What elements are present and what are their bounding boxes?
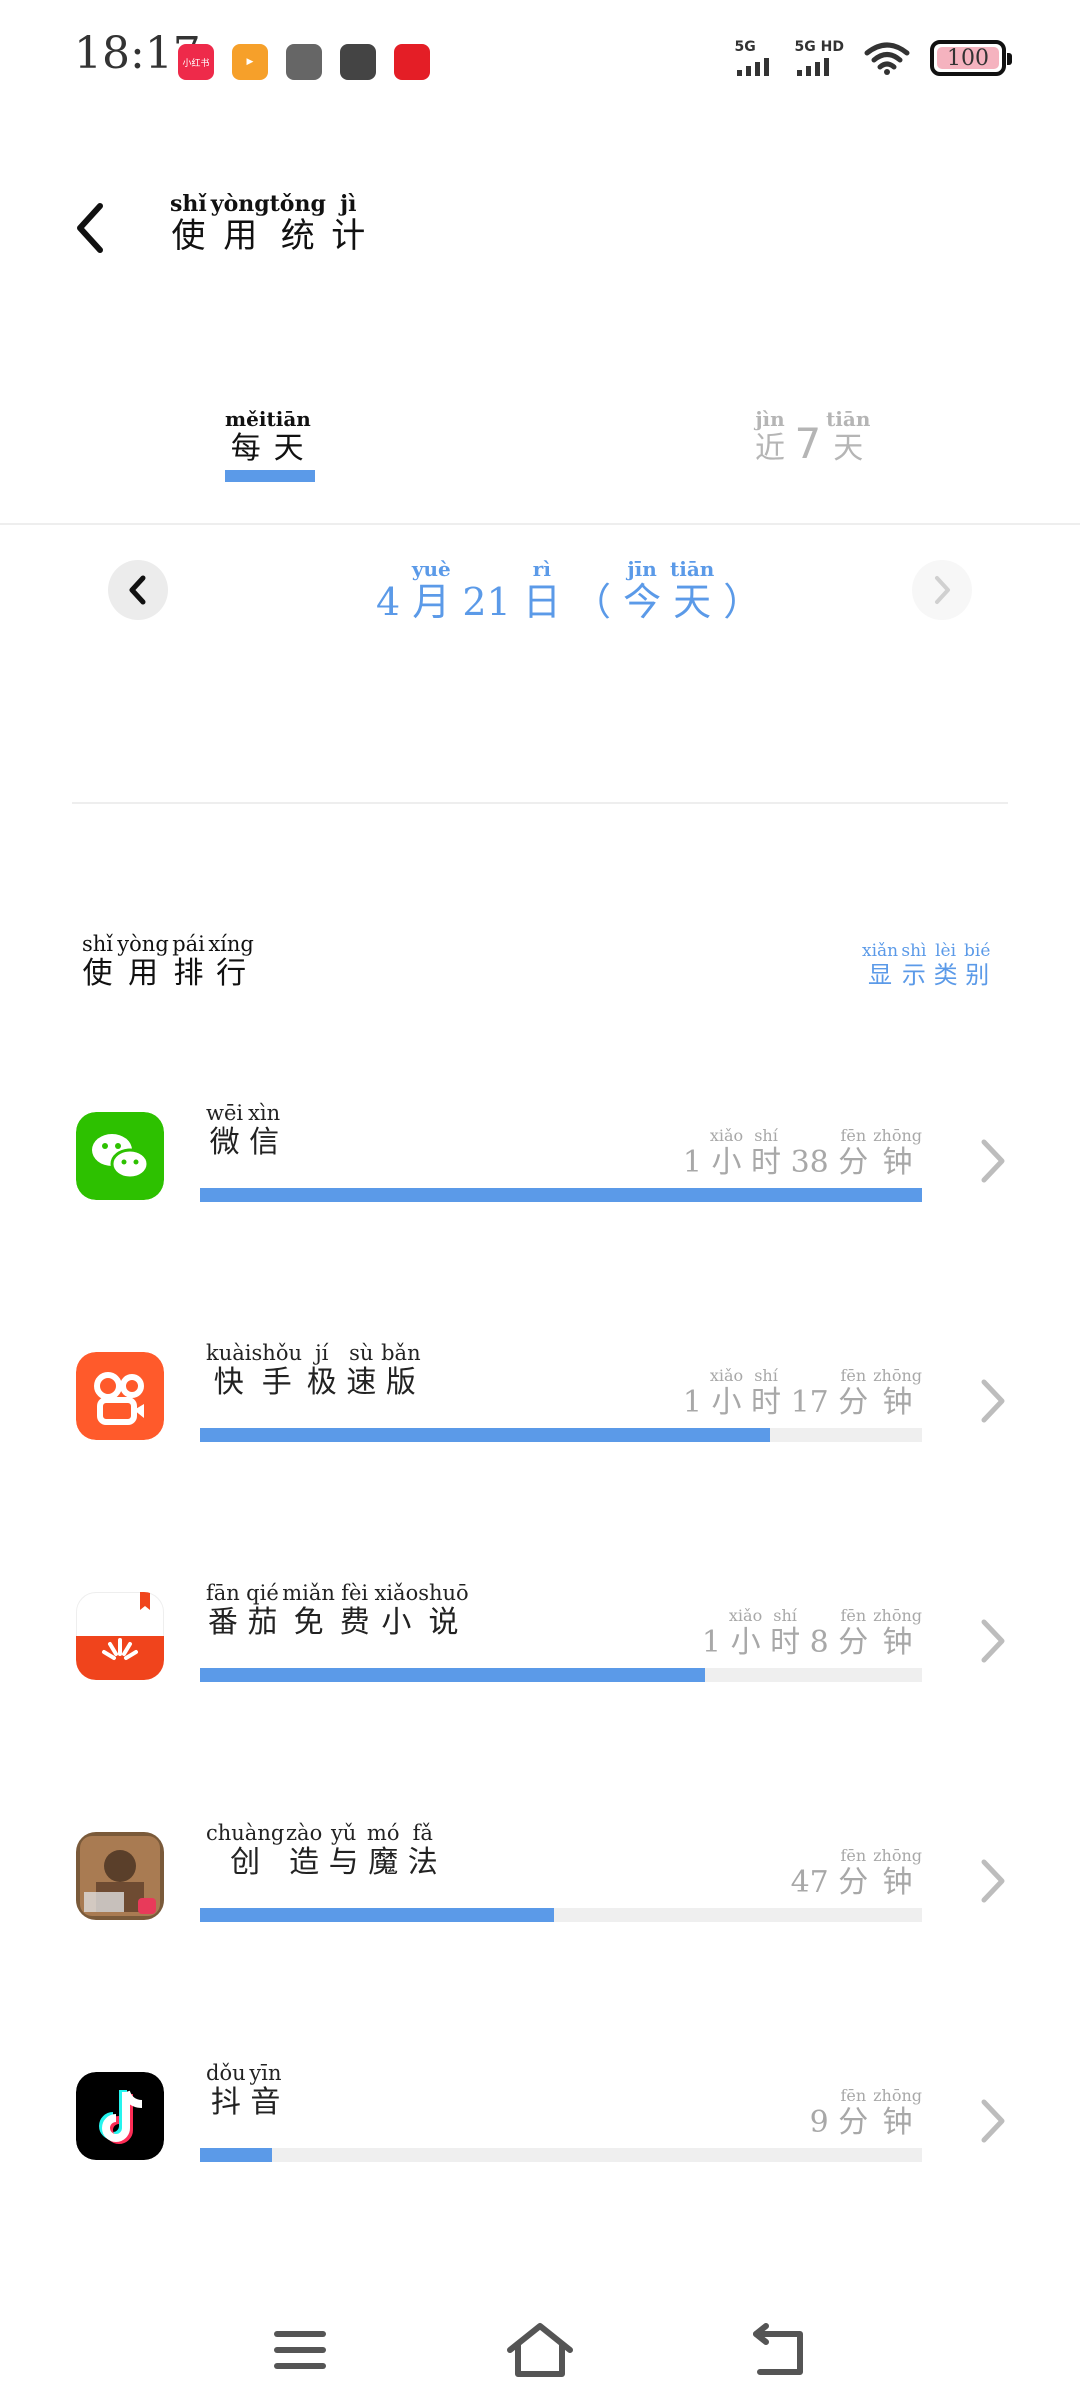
- section-divider: [72, 802, 1008, 804]
- fanqie-app-icon: [76, 1592, 164, 1680]
- battery-icon: 100: [930, 40, 1012, 76]
- tab-bar: 每měi 天tiān 近jìn 7 天tiān: [0, 400, 1080, 525]
- app-usage-time: 1 小xiǎo 时shí 17 分fēn 钟zhōng: [682, 1366, 922, 1421]
- wechat-app-icon: [76, 1112, 164, 1200]
- kuaishou-app-icon: [76, 1352, 164, 1440]
- app-row-douyin[interactable]: 抖dǒu 音yīn 9 分fēn 钟zhōng: [0, 2060, 1080, 2190]
- chevron-right-icon: [935, 576, 950, 604]
- chevron-right-icon: [978, 1136, 1008, 1186]
- tab-last-7-days[interactable]: 近jìn 7 天tiān: [755, 409, 870, 468]
- usage-bar-fill: [200, 1908, 554, 1922]
- douyin-app-icon: [76, 2072, 164, 2160]
- video-app-icon: ▶: [232, 44, 268, 80]
- signal-5g-label: 5G: [734, 39, 756, 55]
- navigation-bar: [0, 2290, 1080, 2408]
- home-icon: [507, 2323, 573, 2377]
- signal-5g: 5G: [735, 40, 775, 76]
- chevron-right-icon: [978, 1616, 1008, 1666]
- signal-bars-icon: [796, 58, 829, 76]
- notification-icons: 小红书 ▶: [178, 44, 430, 80]
- chevron-right-icon: [978, 1376, 1008, 1426]
- tab-daily[interactable]: 每měi 天tiān: [225, 409, 311, 467]
- app-usage-time: 47 分fēn 钟zhōng: [790, 1846, 922, 1901]
- app-name: 快kuài 手shǒu 极jí 速sù 版bǎn: [206, 1341, 421, 1401]
- app-usage-time: 1 小xiǎo 时shí 8 分fēn 钟zhōng: [701, 1606, 922, 1661]
- chuangzao-app-icon: [76, 1832, 164, 1920]
- usage-bar-fill: [200, 1188, 922, 1202]
- app-name: 微wēi 信xìn: [206, 1101, 281, 1161]
- back-nav-button[interactable]: [740, 2310, 820, 2390]
- usage-bar-track: [200, 1908, 922, 1922]
- show-category-button[interactable]: 显xiǎn 示shì 类lèi 别bié: [862, 943, 990, 990]
- current-date-label: 4 月yuè 21 日rì （ 今jīn 天tiān ）: [376, 557, 762, 624]
- next-day-button[interactable]: [912, 560, 972, 620]
- app-row-fanqie[interactable]: 番fān 茄qié 免miǎn 费fèi 小xiǎo 说shuō 1 小xiǎo…: [0, 1580, 1080, 1710]
- usage-bar-fill: [200, 1428, 771, 1442]
- app-name: 番fān 茄qié 免miǎn 费fèi 小xiǎo 说shuō: [206, 1581, 469, 1641]
- gift-icon: [394, 44, 430, 80]
- app-usage-time: 9 分fēn 钟zhōng: [809, 2086, 922, 2141]
- previous-day-button[interactable]: [108, 560, 168, 620]
- tab-active-indicator: [225, 470, 315, 482]
- back-arrow-icon: [77, 203, 103, 253]
- status-bar: 18:17 小红书 ▶ 5G 5G HD 100: [0, 0, 1080, 120]
- xiaohongshu-icon: 小红书: [178, 44, 214, 80]
- usage-ranking-title: 使shǐ 用yòng 排pái 行xíng: [82, 932, 254, 992]
- menu-button[interactable]: [260, 2310, 340, 2390]
- wechat-icon: [340, 44, 376, 80]
- page-title: 使shǐ 用yòng 统tǒng 计jì: [170, 191, 366, 256]
- usage-bar-track: [200, 1668, 922, 1682]
- usage-bar-fill: [200, 2148, 273, 2162]
- status-right: 5G 5G HD 100: [735, 40, 1012, 76]
- signal-bars-icon: [736, 58, 769, 76]
- menu-icon: [274, 2331, 326, 2369]
- date-navigator: 4 月yuè 21 日rì （ 今jīn 天tiān ）: [0, 557, 1080, 640]
- usage-bar-track: [200, 1428, 922, 1442]
- app-name: 抖dǒu 音yīn: [206, 2061, 282, 2121]
- header: 使shǐ 用yòng 统tǒng 计jì: [0, 180, 1080, 280]
- usage-bar-track: [200, 2148, 922, 2162]
- chevron-right-icon: [978, 2096, 1008, 2146]
- app-row-wechat[interactable]: 微wēi 信xìn 1 小xiǎo 时shí 38 分fēn 钟zhōng: [0, 1100, 1080, 1230]
- signal-5g-hd: 5G HD: [795, 40, 844, 76]
- app-name: 创chuàng 造zào 与yǔ 魔mó 法fǎ: [206, 1821, 438, 1881]
- wifi-icon: [864, 42, 910, 75]
- app-row-chuangzao[interactable]: 创chuàng 造zào 与yǔ 魔mó 法fǎ 47 分fēn 钟zhōng: [0, 1820, 1080, 1950]
- usage-bar-fill: [200, 1668, 706, 1682]
- game-controller-icon: [286, 44, 322, 80]
- chevron-right-icon: [978, 1856, 1008, 1906]
- app-row-kuaishou[interactable]: 快kuài 手shǒu 极jí 速sù 版bǎn 1 小xiǎo 时shí 17…: [0, 1340, 1080, 1470]
- home-button[interactable]: [500, 2310, 580, 2390]
- signal-5g-hd-label: 5G HD: [794, 39, 844, 55]
- chevron-left-icon: [129, 575, 146, 605]
- usage-bar-track: [200, 1188, 922, 1202]
- battery-level: 100: [937, 46, 999, 71]
- back-button[interactable]: [60, 198, 120, 258]
- return-icon: [753, 2323, 803, 2375]
- app-usage-time: 1 小xiǎo 时shí 38 分fēn 钟zhōng: [682, 1126, 922, 1181]
